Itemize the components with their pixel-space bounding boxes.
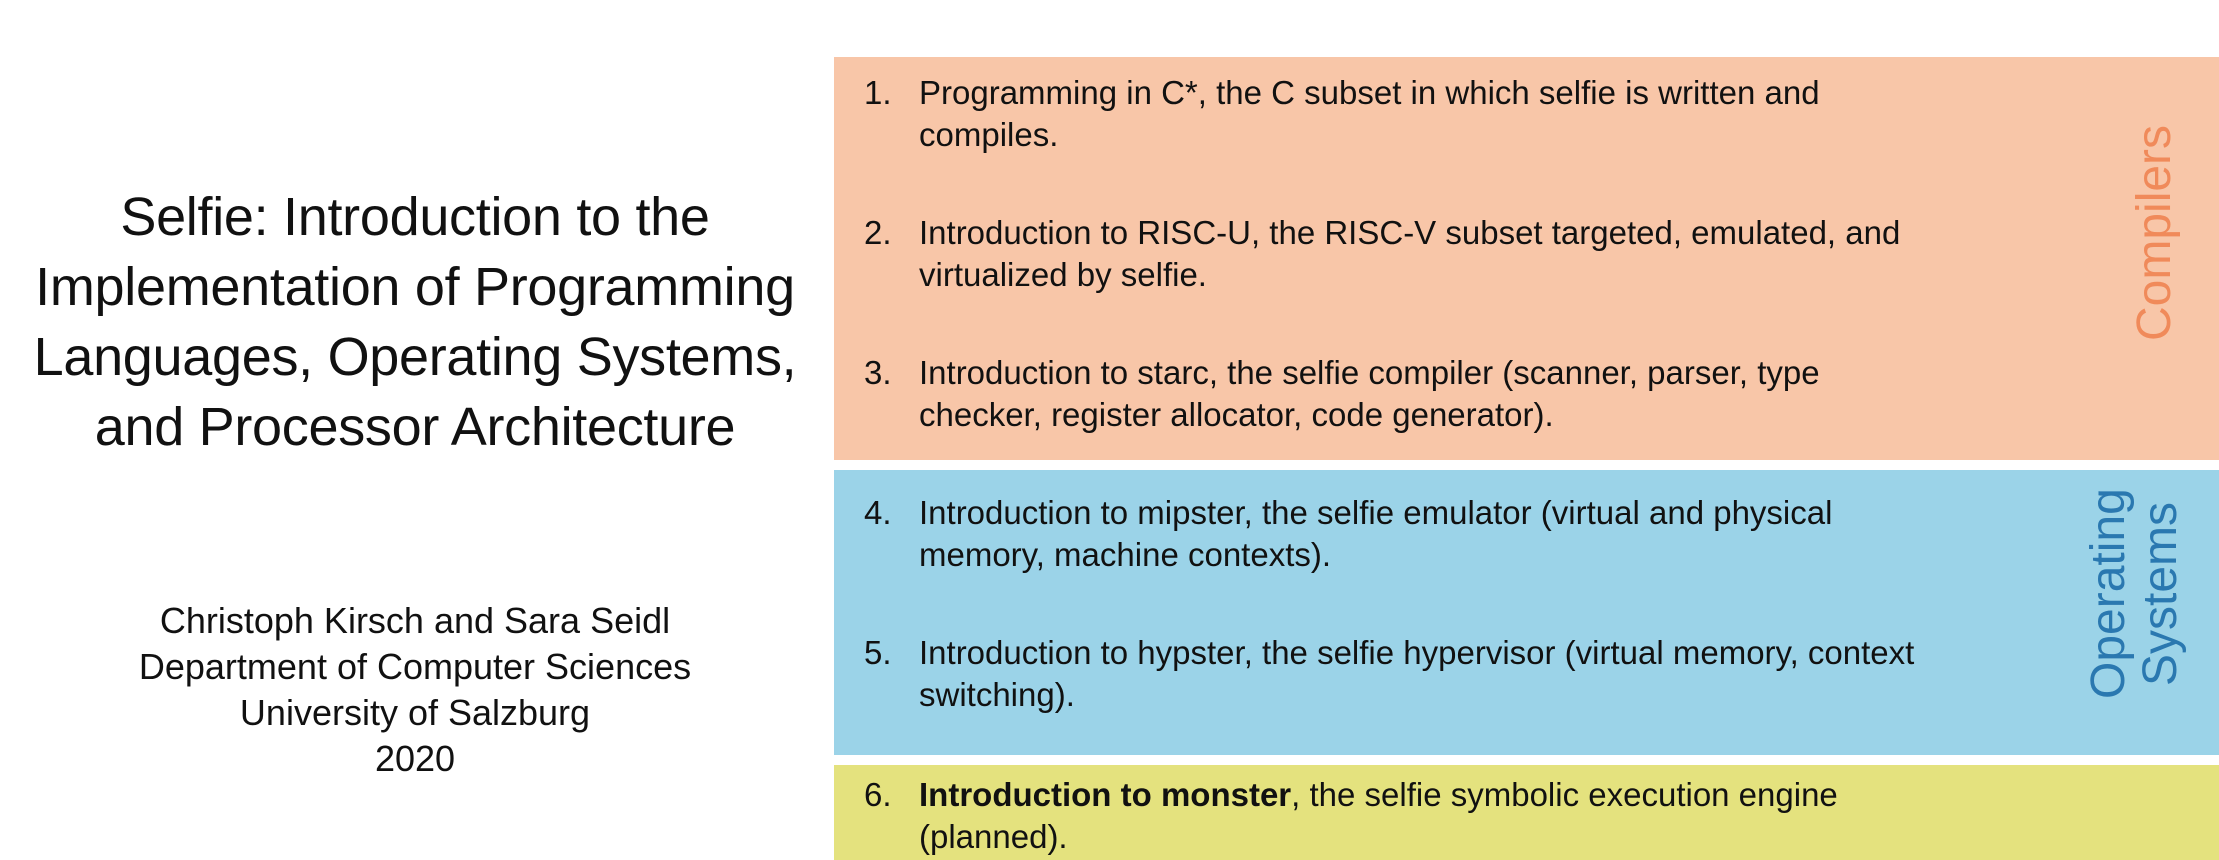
department: Department of Computer Sciences [138,646,692,687]
title-line: Languages, Operating Systems, [33,327,797,387]
title-line: and Processor Architecture [94,397,736,457]
title-line: Selfie: Introduction to the [120,187,710,247]
item-bold: Introduction to monster [919,776,1292,813]
item-text: Introduction to mipster, the selfie emul… [919,494,1833,573]
item-number: 4. [864,494,892,531]
title-area: Selfie: Introduction to the Implementati… [0,0,830,860]
item-number: 2. [864,214,892,251]
os-label-line: Systems [2134,501,2187,687]
item-text: Programming in C*, the C subset in which… [919,74,1820,153]
operating-systems-label: Operating Systems [2082,488,2187,699]
item-number: 3. [864,354,892,391]
item-number: 1. [864,74,892,111]
item-text: Introduction to starc, the selfie compil… [919,354,1820,433]
title-line: Implementation of Programming [35,257,795,317]
compilers-label-text: Compilers [2128,124,2181,341]
authors: Christoph Kirsch and Sara Seidl [159,600,671,641]
year: 2020 [374,738,456,779]
compilers-label: Compilers [2128,124,2181,341]
byline: Christoph Kirsch and Sara Seidl Departme… [0,598,830,782]
item-text: Introduction to RISC-U, the RISC-V subse… [919,214,1901,293]
item-number: 5. [864,634,892,671]
item-text: Introduction to hypster, the selfie hype… [919,634,1915,713]
item-number: 6. [864,776,892,813]
slide-title: Selfie: Introduction to the Implementati… [0,182,830,462]
university: University of Salzburg [239,692,591,733]
os-label-line: Operating [2082,488,2135,699]
